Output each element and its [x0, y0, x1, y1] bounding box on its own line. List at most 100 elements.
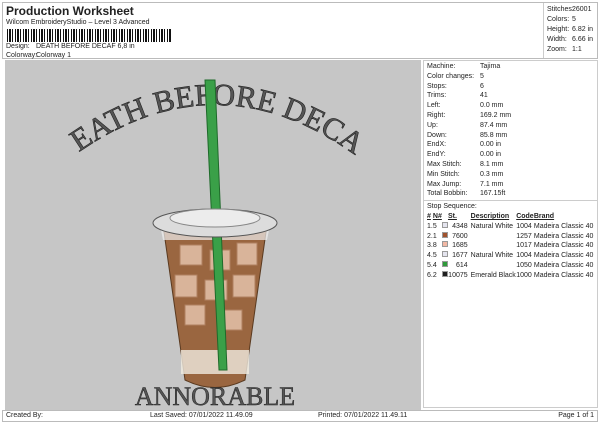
info-label: Min Stitch:: [427, 170, 460, 178]
info-value: 41: [480, 92, 488, 100]
info-label: Max Stitch:: [427, 160, 462, 168]
info-label: Trims:: [427, 92, 447, 100]
page-number: Page 1 of 1: [558, 412, 594, 419]
info-label: Stops:: [427, 82, 447, 90]
description: [471, 261, 517, 271]
stop-sequence-title: Stop Sequence:: [427, 203, 477, 211]
info-value: 0.0 mm: [480, 102, 504, 110]
info-value: 0.00 in: [480, 141, 502, 149]
design-row: Design: DEATH BEFORE DECAF 6,8 in: [6, 43, 135, 50]
info-row: EndX: 0.00 in: [427, 140, 594, 150]
swatch-cell: [441, 251, 448, 261]
table-row: 4. 5 1677 Natural White 1004 Madeira Classic …: [427, 251, 594, 261]
design-label: Design:: [6, 43, 30, 50]
info-value: 6: [480, 82, 484, 90]
color-swatch: [441, 260, 448, 267]
info-row: Min Stitch: 0.3 mm: [427, 170, 594, 180]
color-swatch: [441, 270, 448, 277]
stitch-count: 7600: [452, 232, 468, 240]
barcode: [7, 29, 172, 42]
stats-panel: Stitches:26001 Colors: 5 Height: 6.82 in Widt…: [543, 3, 599, 58]
info-label: Color changes:: [427, 72, 475, 80]
thread-code: 1017: [516, 242, 532, 250]
design-preview: DEATH BEFORE DECAF ANNORABLE: [0, 32, 421, 411]
colorway-row: Colorway:Colorway 1: [6, 52, 71, 59]
top-text: DEATH BEFORE DECAF: [5, 60, 371, 161]
stat-label: Zoom:: [547, 46, 567, 53]
color-swatch: [441, 241, 448, 248]
info-value: 7.1 mm: [480, 180, 504, 188]
thread-code: 1004: [516, 222, 532, 230]
info-row: Up: 87.4 mm: [427, 121, 594, 131]
stat-value: 6.82 in: [572, 26, 594, 33]
info-row: Max Stitch: 8.1 mm: [427, 160, 594, 170]
printed: Printed: 07/01/2022 11.49.11: [318, 412, 408, 419]
column-header: Code: [516, 212, 534, 220]
column-header: St.: [447, 212, 457, 220]
info-label: Max Jump:: [427, 180, 462, 188]
column-header: N#: [432, 212, 442, 220]
info-label: EndX:: [427, 141, 447, 149]
swatch-cell: [441, 270, 448, 281]
design-value: DEATH BEFORE DECAF 6,8 in: [36, 43, 135, 50]
swatch-cell: [441, 221, 448, 232]
thread-brand: Madeira Classic 40: [533, 271, 594, 279]
software-name: Wilcom EmbroideryStudio – Level 3 Advanc…: [6, 19, 150, 26]
description: Natural White: [470, 222, 514, 230]
thread-brand: Madeira Classic 40: [533, 242, 594, 250]
stat-label: Height:: [547, 26, 570, 33]
info-label: Down:: [427, 131, 447, 139]
table-row: 3. 8 1685 1017 Madeira Classic 40: [427, 241, 594, 251]
column-header: Description: [470, 212, 510, 220]
description: Natural White: [470, 252, 514, 260]
info-panel: Machine: Tajima Color changes: 5 Stops: 6 Trim…: [423, 60, 598, 408]
thread-code: 1050: [516, 261, 532, 269]
footer: Created By: Last Saved: 07/01/2022 11.49…: [2, 410, 598, 422]
color-swatch: [441, 231, 448, 238]
info-label: Up:: [427, 121, 438, 129]
thread-brand: Madeira Classic 40: [533, 261, 594, 269]
info-row: Right: 169.2 mm: [427, 111, 594, 121]
info-value: 167.15ft: [480, 190, 506, 198]
needle-number: 1: [432, 232, 437, 240]
thread-brand: Madeira Classic 40: [533, 252, 594, 260]
info-row: Machine: Tajima: [427, 62, 594, 72]
info-row: Color changes: 5: [427, 72, 594, 82]
info-label: EndY:: [427, 151, 446, 159]
info-row: Down: 85.8 mm: [427, 131, 594, 141]
table-row: 5. 4 614 1050 Madeira Classic 40: [427, 260, 594, 271]
info-row: Left: 0.0 mm: [427, 101, 594, 111]
description: [471, 241, 517, 251]
table-row: 1. 5 4348 Natural White 1004 Madeira Classic …: [427, 221, 594, 232]
needle-number: 5: [432, 222, 437, 230]
needle-number: 5: [432, 252, 437, 260]
stop-sequence-table: # N# St. Description Code Brand 1. 5 4348 Natural…: [427, 212, 594, 281]
stitch-count: 614: [455, 261, 468, 269]
swatch-cell: [441, 231, 448, 242]
info-value: 0.3 mm: [480, 170, 504, 178]
color-swatch: [441, 221, 448, 228]
thread-code: 1257: [516, 232, 532, 240]
bottom-text: ANNORABLE: [135, 382, 295, 410]
table-row: 2. 1 7600 1257 Madeira Classic 40: [427, 231, 594, 242]
stat-label: Width:: [547, 36, 567, 43]
created-by: Created By:: [6, 412, 43, 419]
column-header: Brand: [533, 212, 555, 220]
stat-value: 26001: [572, 6, 592, 13]
stat-label: Stitches:: [547, 6, 574, 13]
info-label: Total Bobbin:: [427, 190, 468, 198]
thread-brand: Madeira Classic 40: [533, 222, 594, 230]
colorway-label: Colorway:: [6, 52, 38, 59]
needle-number: 4: [432, 261, 437, 269]
description: Emerald Black: [470, 271, 516, 279]
info-label: Right:: [427, 111, 446, 119]
thread-code: 1004: [516, 252, 532, 260]
stat-value: 5: [572, 16, 576, 23]
info-value: 8.1 mm: [480, 160, 504, 168]
page-title: Production Worksheet: [6, 4, 134, 18]
color-swatch: [441, 251, 448, 258]
stitch-count: 1685: [452, 242, 468, 250]
stat-row: Stitches:26001: [547, 5, 596, 15]
needle-number: 8: [432, 242, 437, 250]
thread-code: 1000: [516, 271, 532, 279]
